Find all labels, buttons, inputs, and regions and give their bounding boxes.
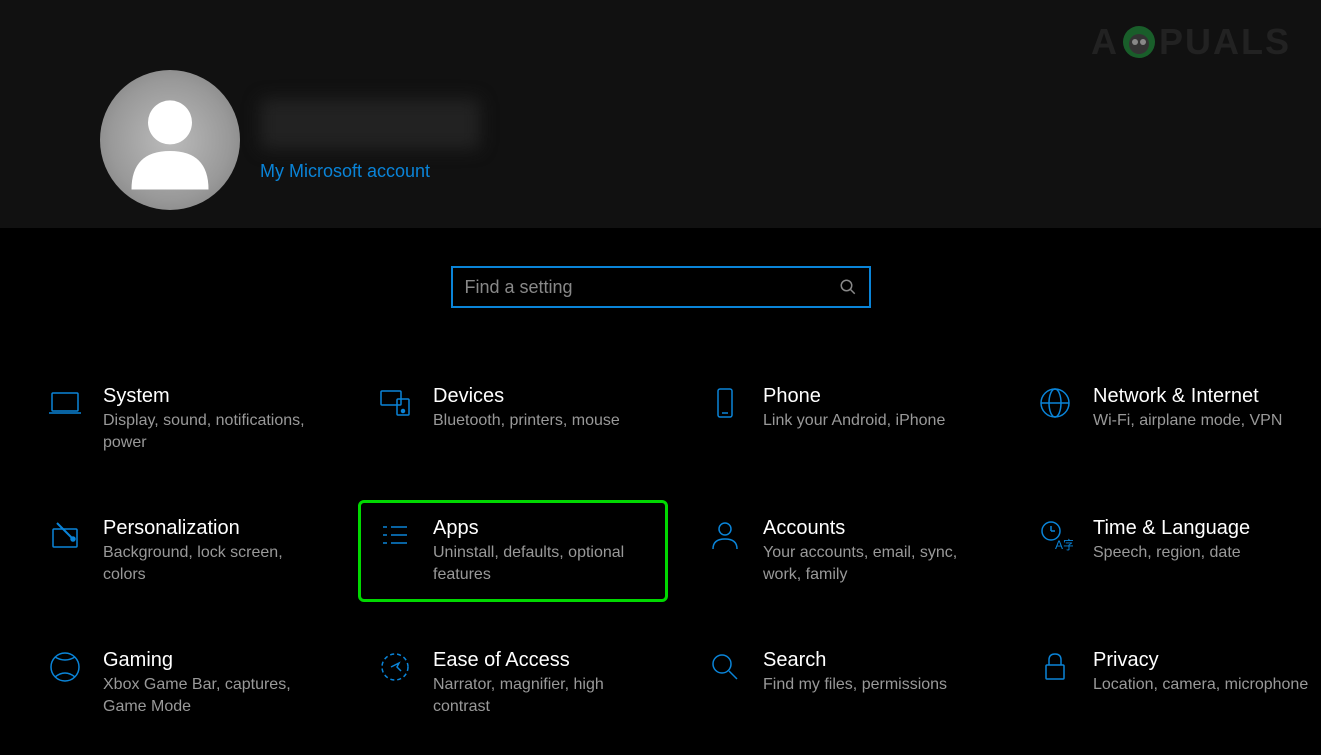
tile-devices[interactable]: DevicesBluetooth, printers, mouse [358, 368, 668, 470]
watermark-suffix: PUALS [1159, 21, 1291, 63]
tile-description: Display, sound, notifications, power [103, 410, 321, 453]
search-container [0, 266, 1321, 308]
tile-text: AppsUninstall, defaults, optional featur… [433, 517, 651, 585]
magnifier-icon [705, 649, 745, 689]
tile-network[interactable]: Network & InternetWi-Fi, airplane mode, … [1018, 368, 1321, 470]
watermark-prefix: A [1091, 21, 1119, 63]
tile-description: Uninstall, defaults, optional features [433, 542, 651, 585]
tile-title: Privacy [1093, 649, 1308, 672]
microsoft-account-link[interactable]: My Microsoft account [260, 161, 480, 182]
tile-description: Find my files, permissions [763, 674, 947, 696]
tile-description: Location, camera, microphone [1093, 674, 1308, 696]
tile-text: SearchFind my files, permissions [763, 649, 947, 717]
tile-title: Accounts [763, 517, 981, 540]
tile-description: Link your Android, iPhone [763, 410, 945, 432]
tile-phone[interactable]: PhoneLink your Android, iPhone [688, 368, 998, 470]
profile-section: My Microsoft account [100, 70, 480, 210]
tile-description: Your accounts, email, sync, work, family [763, 542, 981, 585]
tile-title: Personalization [103, 517, 321, 540]
avatar[interactable] [100, 70, 240, 210]
tile-text: Network & InternetWi-Fi, airplane mode, … [1093, 385, 1282, 453]
tile-text: SystemDisplay, sound, notifications, pow… [103, 385, 321, 453]
tile-description: Wi-Fi, airplane mode, VPN [1093, 410, 1282, 432]
tile-title: Devices [433, 385, 620, 408]
phone-icon [705, 385, 745, 425]
tile-privacy[interactable]: PrivacyLocation, camera, microphone [1018, 632, 1321, 734]
tile-text: AccountsYour accounts, email, sync, work… [763, 517, 981, 585]
tile-title: Search [763, 649, 947, 672]
tile-title: Apps [433, 517, 651, 540]
tile-text: DevicesBluetooth, printers, mouse [433, 385, 620, 453]
username-redacted [260, 99, 480, 149]
tile-gaming[interactable]: GamingXbox Game Bar, captures, Game Mode [28, 632, 338, 734]
tile-accounts[interactable]: AccountsYour accounts, email, sync, work… [688, 500, 998, 602]
person-silhouette-icon [115, 85, 225, 195]
tile-text: PersonalizationBackground, lock screen, … [103, 517, 321, 585]
tile-description: Narrator, magnifier, high contrast [433, 674, 651, 717]
tile-text: PrivacyLocation, camera, microphone [1093, 649, 1308, 717]
settings-grid: SystemDisplay, sound, notifications, pow… [0, 308, 1321, 735]
tile-time[interactable]: Time & LanguageSpeech, region, date [1018, 500, 1321, 602]
tile-title: Phone [763, 385, 945, 408]
tile-description: Speech, region, date [1093, 542, 1250, 564]
tile-text: Ease of AccessNarrator, magnifier, high … [433, 649, 651, 717]
tile-text: GamingXbox Game Bar, captures, Game Mode [103, 649, 321, 717]
profile-text: My Microsoft account [260, 99, 480, 182]
paint-icon [45, 517, 85, 557]
tile-description: Xbox Game Bar, captures, Game Mode [103, 674, 321, 717]
search-icon [839, 278, 857, 296]
tile-search-cat[interactable]: SearchFind my files, permissions [688, 632, 998, 734]
apps-icon [375, 517, 415, 557]
tile-title: Network & Internet [1093, 385, 1282, 408]
tile-system[interactable]: SystemDisplay, sound, notifications, pow… [28, 368, 338, 470]
tile-personalization[interactable]: PersonalizationBackground, lock screen, … [28, 500, 338, 602]
tile-ease[interactable]: Ease of AccessNarrator, magnifier, high … [358, 632, 668, 734]
globe-icon [1035, 385, 1075, 425]
watermark-mascot-icon [1117, 20, 1161, 64]
tile-text: Time & LanguageSpeech, region, date [1093, 517, 1250, 585]
xbox-icon [45, 649, 85, 689]
tile-title: Gaming [103, 649, 321, 672]
tile-title: Ease of Access [433, 649, 651, 672]
laptop-icon [45, 385, 85, 425]
clock-lang-icon [1035, 517, 1075, 557]
header-band: A PUALS My Microsoft account [0, 0, 1321, 228]
tile-title: System [103, 385, 321, 408]
search-input[interactable] [465, 277, 839, 298]
devices-icon [375, 385, 415, 425]
tile-apps[interactable]: AppsUninstall, defaults, optional featur… [358, 500, 668, 602]
lock-icon [1035, 649, 1075, 689]
ease-icon [375, 649, 415, 689]
watermark-logo: A PUALS [1091, 20, 1291, 64]
tile-description: Background, lock screen, colors [103, 542, 321, 585]
person-icon [705, 517, 745, 557]
search-box[interactable] [451, 266, 871, 308]
tile-description: Bluetooth, printers, mouse [433, 410, 620, 432]
tile-text: PhoneLink your Android, iPhone [763, 385, 945, 453]
tile-title: Time & Language [1093, 517, 1250, 540]
